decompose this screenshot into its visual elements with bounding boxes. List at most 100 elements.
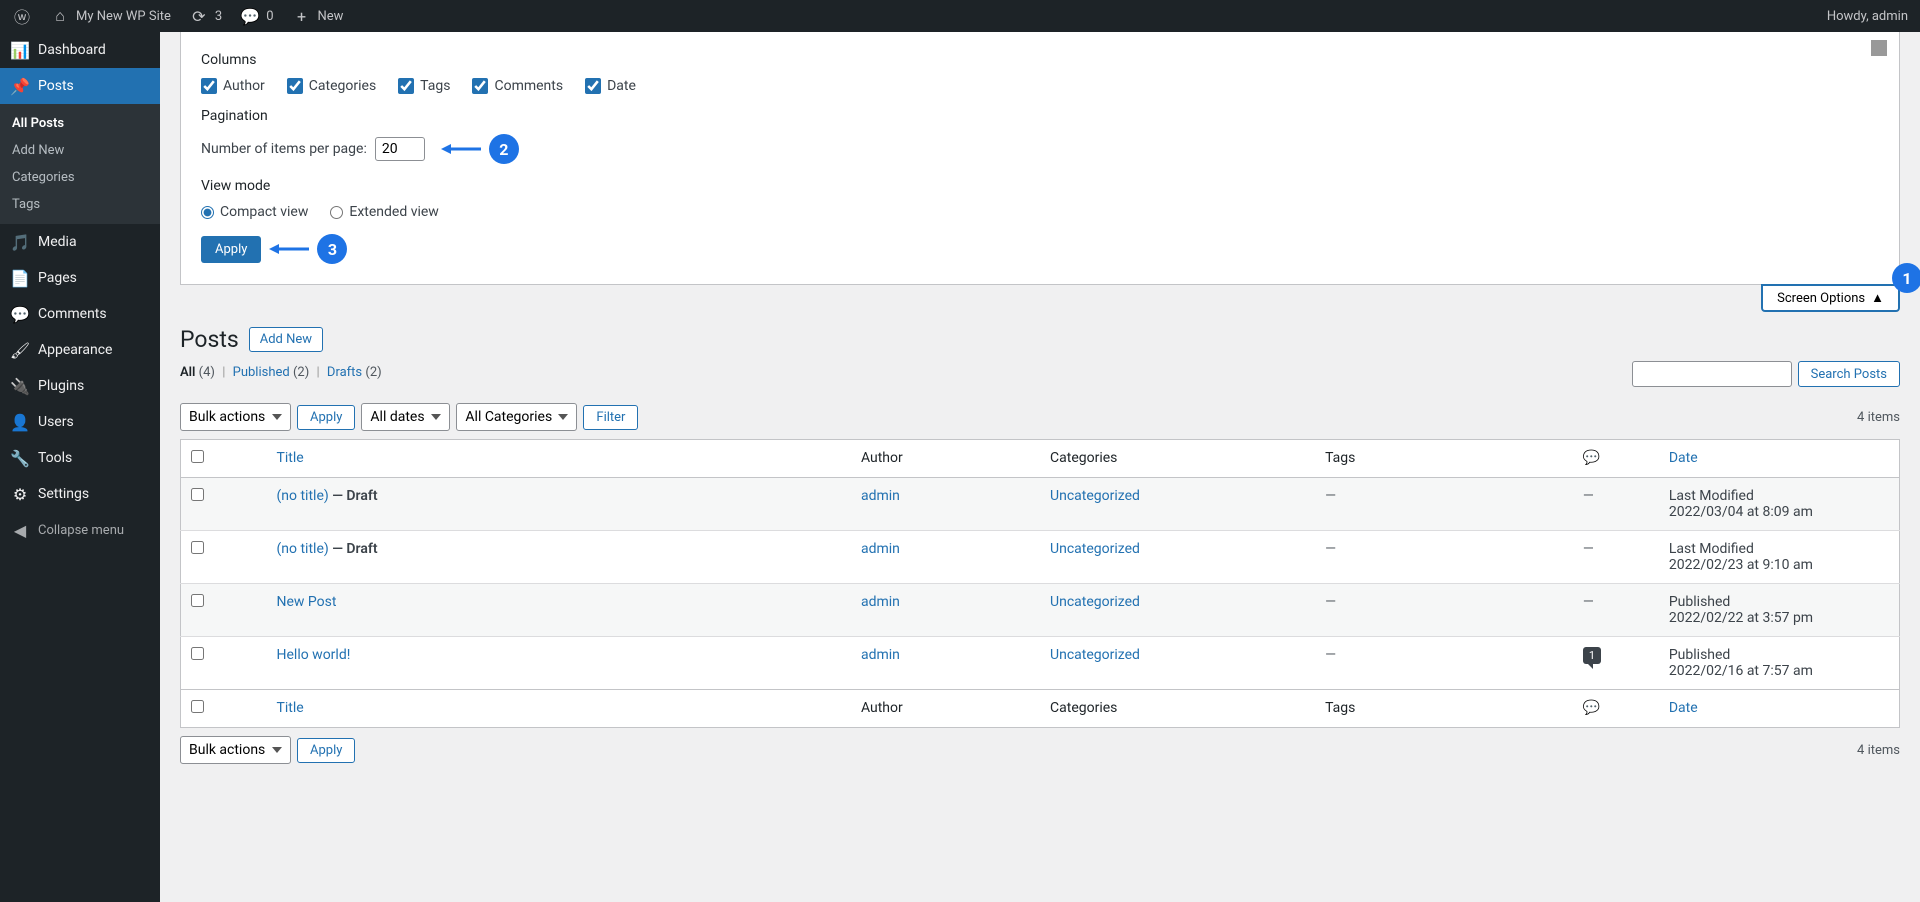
menu-comments[interactable]: 💬Comments <box>0 296 160 332</box>
menu-dashboard[interactable]: 📊Dashboard <box>0 32 160 68</box>
th-title[interactable]: Title <box>267 440 851 478</box>
date-value: 2022/02/22 at 3:57 pm <box>1669 610 1889 626</box>
page-title: Posts <box>180 326 239 353</box>
date-filter-select[interactable]: All dates <box>361 403 450 431</box>
viewmode-compact-label[interactable]: Compact view <box>201 204 308 220</box>
author-link[interactable]: admin <box>861 541 900 557</box>
viewmode-legend: View mode <box>201 178 270 194</box>
tf-author[interactable]: Author <box>851 690 1040 728</box>
th-categories[interactable]: Categories <box>1040 440 1315 478</box>
submenu-all-posts[interactable]: All Posts <box>0 110 160 137</box>
author-link[interactable]: admin <box>861 647 900 663</box>
col-categories-label[interactable]: Categories <box>287 78 376 94</box>
tf-title[interactable]: Title <box>267 690 851 728</box>
items-per-page-input[interactable] <box>375 137 425 161</box>
tf-date[interactable]: Date <box>1659 690 1900 728</box>
add-new-button[interactable]: Add New <box>249 327 323 352</box>
bulk-apply-button-bottom[interactable]: Apply <box>297 738 355 763</box>
row-checkbox[interactable] <box>191 594 204 607</box>
viewmode-extended-radio[interactable] <box>330 206 343 219</box>
row-checkbox[interactable] <box>191 488 204 501</box>
comment-count-bubble[interactable]: 1 <box>1583 647 1601 664</box>
category-link[interactable]: Uncategorized <box>1050 594 1140 610</box>
col-author-checkbox[interactable] <box>201 78 217 94</box>
users-icon: 👤 <box>10 412 30 432</box>
collapse-menu[interactable]: ◀Collapse menu <box>0 512 160 548</box>
author-link[interactable]: admin <box>861 594 900 610</box>
tf-comments[interactable]: 💬 <box>1573 690 1659 728</box>
menu-tools[interactable]: 🔧Tools <box>0 440 160 476</box>
collapse-label: Collapse menu <box>38 523 124 538</box>
category-link[interactable]: Uncategorized <box>1050 647 1140 663</box>
menu-users[interactable]: 👤Users <box>0 404 160 440</box>
comments-count: 0 <box>266 9 273 24</box>
author-link[interactable]: admin <box>861 488 900 504</box>
col-categories-checkbox[interactable] <box>287 78 303 94</box>
col-comments-checkbox[interactable] <box>472 78 488 94</box>
post-title-link[interactable]: (no title) <box>277 541 329 557</box>
filter-drafts[interactable]: Drafts <box>327 365 362 380</box>
th-author[interactable]: Author <box>851 440 1040 478</box>
category-filter-select[interactable]: All Categories <box>456 403 577 431</box>
select-all-top[interactable] <box>191 450 204 463</box>
wp-logo[interactable]: ⓦ <box>8 6 36 26</box>
col-date-text: Date <box>607 78 636 94</box>
viewmode-extended-label[interactable]: Extended view <box>330 204 438 220</box>
comments-value: — <box>1583 488 1594 504</box>
th-date[interactable]: Date <box>1659 440 1900 478</box>
screen-options-apply-button[interactable]: Apply <box>201 236 261 263</box>
filter-button[interactable]: Filter <box>583 405 638 430</box>
menu-plugins[interactable]: 🔌Plugins <box>0 368 160 404</box>
caret-up-icon: ▲ <box>1871 290 1884 306</box>
tf-categories[interactable]: Categories <box>1040 690 1315 728</box>
col-comments-label[interactable]: Comments <box>472 78 563 94</box>
post-title-link[interactable]: Hello world! <box>277 647 351 663</box>
date-label: Last Modified <box>1669 541 1889 557</box>
bulk-actions-select-bottom[interactable]: Bulk actions <box>180 736 291 764</box>
table-row: New Post admin Uncategorized — — Publish… <box>181 584 1900 637</box>
screen-options-tab[interactable]: Screen Options ▲ <box>1761 284 1900 312</box>
col-date-label[interactable]: Date <box>585 78 636 94</box>
col-date-checkbox[interactable] <box>585 78 601 94</box>
viewmode-compact-radio[interactable] <box>201 206 214 219</box>
site-name-link[interactable]: ⌂My New WP Site <box>46 6 175 26</box>
category-link[interactable]: Uncategorized <box>1050 541 1140 557</box>
menu-media[interactable]: 🎵Media <box>0 224 160 260</box>
new-content-link[interactable]: +New <box>288 6 348 26</box>
row-checkbox[interactable] <box>191 647 204 660</box>
filter-all-count: (4) <box>199 365 215 380</box>
category-link[interactable]: Uncategorized <box>1050 488 1140 504</box>
col-tags-checkbox[interactable] <box>398 78 414 94</box>
menu-pages[interactable]: 📄Pages <box>0 260 160 296</box>
th-comments[interactable]: 💬 <box>1573 440 1659 478</box>
updates-link[interactable]: ⟳3 <box>185 6 226 26</box>
bulk-actions-select[interactable]: Bulk actions <box>180 403 291 431</box>
menu-appearance[interactable]: 🖌Appearance <box>0 332 160 368</box>
menu-posts[interactable]: 📌Posts <box>0 68 160 104</box>
col-tags-label[interactable]: Tags <box>398 78 450 94</box>
search-input[interactable] <box>1632 361 1792 387</box>
post-state: — Draft <box>329 488 378 504</box>
filter-published[interactable]: Published <box>233 365 290 380</box>
select-all-bottom[interactable] <box>191 700 204 713</box>
tf-tags[interactable]: Tags <box>1315 690 1573 728</box>
item-count-bottom: 4 items <box>1857 743 1900 758</box>
submenu-add-new[interactable]: Add New <box>0 137 160 164</box>
post-title-link[interactable]: New Post <box>277 594 337 610</box>
screen-options-panel: Columns Author Categories Tags Comments … <box>180 32 1900 285</box>
col-author-label[interactable]: Author <box>201 78 265 94</box>
th-tags[interactable]: Tags <box>1315 440 1573 478</box>
tablenav-bottom: Bulk actions Apply 4 items <box>160 728 1920 772</box>
site-name: My New WP Site <box>76 9 171 24</box>
search-button[interactable]: Search Posts <box>1798 361 1900 387</box>
row-checkbox[interactable] <box>191 541 204 554</box>
annotation-arrow-2 <box>441 141 481 157</box>
comments-link[interactable]: 💬0 <box>236 6 277 26</box>
post-title-link[interactable]: (no title) <box>277 488 329 504</box>
submenu-tags[interactable]: Tags <box>0 191 160 218</box>
filter-all[interactable]: All <box>180 365 195 380</box>
submenu-categories[interactable]: Categories <box>0 164 160 191</box>
menu-settings[interactable]: ⚙Settings <box>0 476 160 512</box>
bulk-apply-button[interactable]: Apply <box>297 405 355 430</box>
howdy-link[interactable]: Howdy, admin <box>1823 9 1912 24</box>
